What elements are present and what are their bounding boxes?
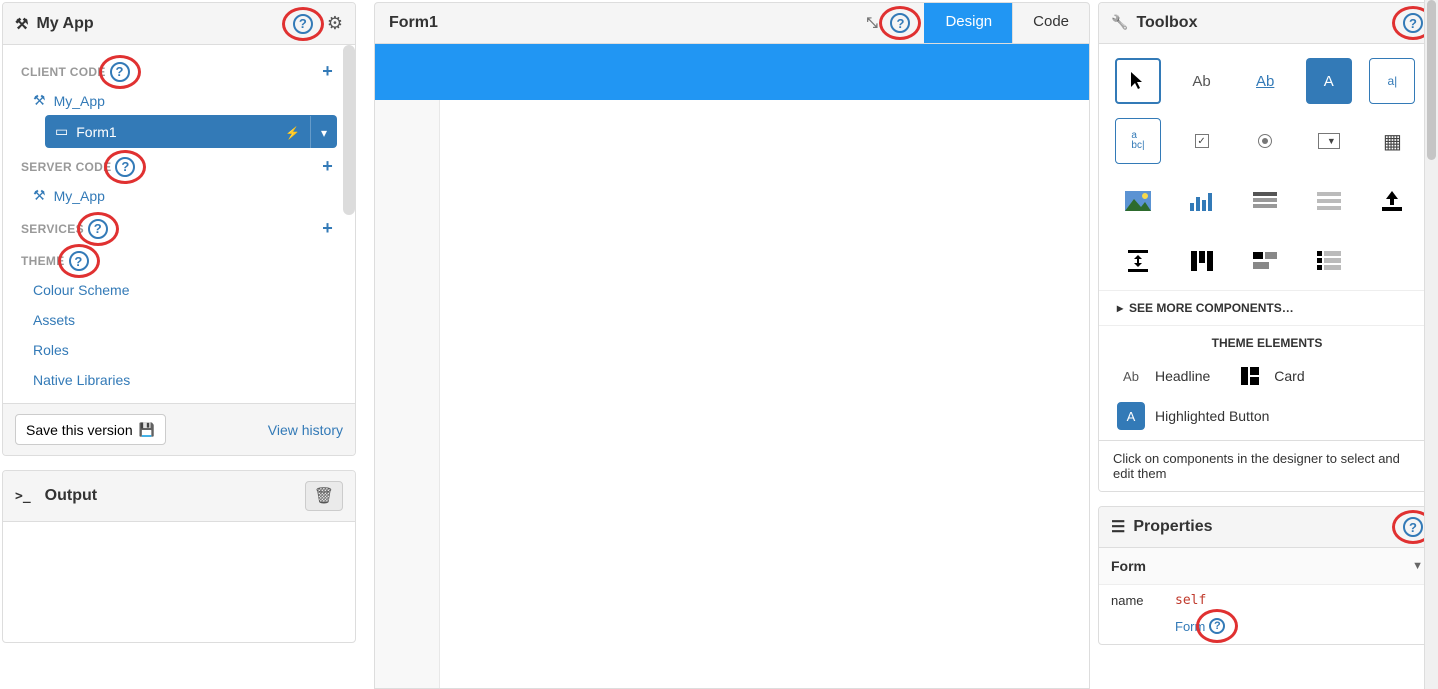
- repeating-icon: [1317, 192, 1341, 210]
- tool-textbox[interactable]: a|: [1369, 58, 1415, 104]
- section-client-code: CLIENT CODE ? +: [3, 53, 355, 86]
- add-server-code[interactable]: +: [322, 156, 337, 177]
- flow-icon: [1253, 252, 1277, 270]
- tool-image[interactable]: [1115, 178, 1161, 224]
- tool-link[interactable]: Ab: [1242, 58, 1288, 104]
- plot-icon: [1190, 191, 1214, 211]
- help-icon-services[interactable]: ?: [88, 219, 108, 239]
- tool-columnpanel[interactable]: [1179, 238, 1225, 284]
- expand-icon[interactable]: [867, 14, 882, 32]
- tool-plot[interactable]: [1179, 178, 1225, 224]
- form-appbar[interactable]: [375, 44, 1089, 100]
- see-more-components[interactable]: SEE MORE COMPONENTS…: [1099, 290, 1435, 326]
- form-icon: ▭: [55, 123, 68, 140]
- clear-output-button[interactable]: 🗑: [305, 481, 343, 511]
- tool-radio[interactable]: [1242, 118, 1288, 164]
- help-icon-client-code[interactable]: ?: [110, 62, 130, 82]
- client-package-item[interactable]: ⚒ My_App: [3, 86, 355, 115]
- save-version-button[interactable]: Save this version: [15, 414, 166, 445]
- app-browser-header: ⚒ My App ? ⚙: [3, 3, 355, 45]
- view-history-link[interactable]: View history: [268, 422, 343, 438]
- section-server-code: SERVER CODE ? +: [3, 148, 355, 181]
- tool-repeatingpanel[interactable]: [1306, 178, 1352, 224]
- cluster-icon: ⚒: [15, 15, 28, 33]
- page-scrollbar[interactable]: [1424, 0, 1438, 689]
- cluster-icon: ⚒: [33, 92, 46, 109]
- toolbox-title: Toolbox: [1136, 14, 1197, 32]
- properties-type-menu[interactable]: ▼: [1412, 560, 1423, 572]
- theme-colour-scheme[interactable]: Colour Scheme: [3, 275, 355, 305]
- app-title: My App: [36, 15, 93, 33]
- properties-type: Form: [1111, 558, 1146, 574]
- theme-highlighted-button[interactable]: AHighlighted Button: [1117, 402, 1269, 430]
- tool-flowpanel[interactable]: [1242, 238, 1288, 284]
- tool-checkbox[interactable]: ✓: [1179, 118, 1225, 164]
- help-icon-editor[interactable]: ?: [890, 13, 910, 33]
- form-content-area[interactable]: [439, 100, 1089, 689]
- output-title: Output: [45, 487, 97, 505]
- tool-pointer[interactable]: [1115, 58, 1161, 104]
- tool-fileloader[interactable]: [1369, 178, 1415, 224]
- gear-icon[interactable]: ⚙: [327, 13, 343, 34]
- theme-assets[interactable]: Assets: [3, 305, 355, 335]
- cluster-icon: ⚒: [33, 187, 46, 204]
- theme-elements-heading: THEME ELEMENTS: [1099, 326, 1435, 352]
- tool-dropdown[interactable]: ▼: [1306, 118, 1352, 164]
- wrench-icon: [1111, 14, 1128, 32]
- add-client-code[interactable]: +: [322, 61, 337, 82]
- prop-name-value[interactable]: self: [1175, 593, 1206, 608]
- tool-button[interactable]: A: [1306, 58, 1352, 104]
- tool-datagrid[interactable]: [1242, 178, 1288, 224]
- section-services: SERVICES ? +: [3, 210, 355, 243]
- tool-linearpanel[interactable]: [1306, 238, 1352, 284]
- help-icon-toolbox[interactable]: ?: [1403, 13, 1423, 33]
- help-icon-app[interactable]: ?: [293, 14, 313, 34]
- tool-datepicker[interactable]: ▦: [1369, 118, 1415, 164]
- output-body: [3, 522, 355, 642]
- theme-headline[interactable]: AbHeadline: [1117, 362, 1210, 390]
- prop-form-link[interactable]: Form: [1175, 619, 1205, 634]
- editor-title-area: Form1 ?: [375, 3, 924, 43]
- linear-icon: [1317, 251, 1341, 271]
- theme-roles[interactable]: Roles: [3, 335, 355, 365]
- add-service[interactable]: +: [322, 218, 337, 239]
- sliders-icon: ☰: [1111, 517, 1125, 537]
- pointer-icon: [1130, 72, 1146, 90]
- tab-code[interactable]: Code: [1012, 3, 1089, 43]
- tab-design[interactable]: Design: [924, 3, 1012, 43]
- tool-spacer[interactable]: [1115, 238, 1161, 284]
- form-title: Form1: [389, 14, 438, 32]
- tool-textarea[interactable]: abc|: [1115, 118, 1161, 164]
- save-icon: [139, 421, 155, 438]
- image-icon: [1125, 191, 1151, 211]
- prop-name-key: name: [1111, 593, 1161, 608]
- server-package-item[interactable]: ⚒ My_App: [3, 181, 355, 210]
- toolbox-hint: Click on components in the designer to s…: [1099, 440, 1435, 491]
- bolt-icon: [285, 124, 300, 140]
- spacer-icon: [1128, 250, 1148, 272]
- theme-card[interactable]: Card: [1236, 362, 1304, 390]
- prompt-icon: [15, 487, 37, 505]
- help-icon-prop-form[interactable]: ?: [1209, 618, 1225, 634]
- upload-icon: [1382, 191, 1402, 211]
- help-icon-server-code[interactable]: ?: [115, 157, 135, 177]
- help-icon-theme[interactable]: ?: [69, 251, 89, 271]
- column-icon: [1191, 251, 1213, 271]
- form-item-active[interactable]: ▭ Form1: [45, 115, 337, 148]
- section-theme: THEME ?: [3, 243, 355, 275]
- card-icon: [1241, 367, 1259, 385]
- properties-title: Properties: [1133, 518, 1212, 536]
- design-canvas[interactable]: [374, 44, 1090, 689]
- help-icon-properties[interactable]: ?: [1403, 517, 1423, 537]
- tool-label[interactable]: Ab: [1179, 58, 1225, 104]
- grid-icon: [1253, 192, 1277, 210]
- theme-native-libraries[interactable]: Native Libraries: [3, 365, 355, 395]
- form-item-menu[interactable]: [310, 116, 337, 148]
